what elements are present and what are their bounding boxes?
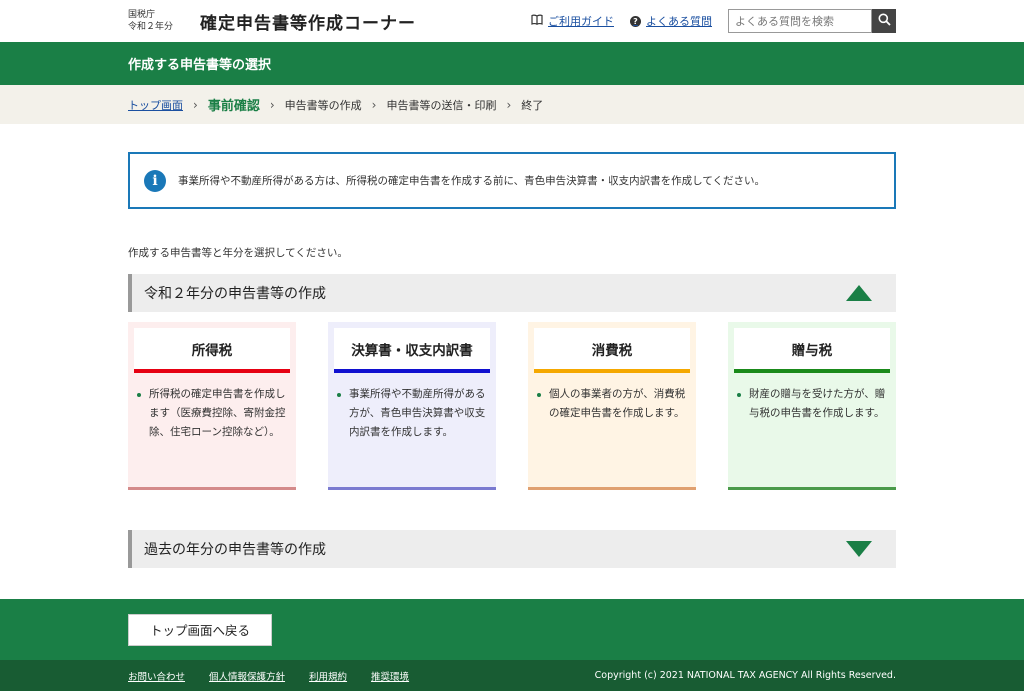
guide-link[interactable]: ご利用ガイド	[531, 13, 614, 29]
section-title: 過去の年分の申告書等の作成	[144, 542, 326, 558]
agency-label: 国税庁 令和２年分	[128, 9, 200, 33]
breadcrumb: トップ画面 › 事前確認 › 申告書等の作成 › 申告書等の送信・印刷 › 終了	[0, 85, 1024, 124]
copyright-text: Copyright (c) 2021 NATIONAL TAX AGENCY A…	[594, 670, 896, 681]
page-band: 作成する申告書等の選択	[0, 42, 1024, 85]
info-notice: i 事業所得や不動産所得がある方は、所得税の確定申告書を作成する前に、青色申告決…	[128, 152, 896, 209]
card-title[interactable]: 所得税	[134, 328, 290, 373]
card-bottom-border	[528, 487, 696, 490]
guide-link-label[interactable]: ご利用ガイド	[548, 13, 614, 29]
card-gift-tax[interactable]: 贈与税 財産の贈与を受けた方が、贈与税の申告書を作成します。	[728, 322, 896, 490]
breadcrumb-separator: ›	[371, 97, 377, 112]
collapse-triangle-icon[interactable]	[846, 285, 872, 301]
breadcrumb-step-create: 申告書等の作成	[284, 98, 362, 112]
section-title: 令和２年分の申告書等の作成	[144, 286, 326, 302]
card-description: 事業所得や不動産所得がある方が、青色申告決算書や収支内訳書を作成します。	[336, 385, 488, 442]
main-content: i 事業所得や不動産所得がある方は、所得税の確定申告書を作成する前に、青色申告決…	[128, 152, 896, 568]
faq-search	[728, 9, 896, 33]
faq-link[interactable]: ? よくある質問	[630, 13, 712, 29]
breadcrumb-current-step: 事前確認	[207, 99, 260, 114]
expand-triangle-icon[interactable]	[846, 541, 872, 557]
footer-link-environment[interactable]: 推奨環境	[371, 669, 409, 683]
card-title[interactable]: 消費税	[534, 328, 690, 373]
footer-link-contact[interactable]: お問い合わせ	[128, 669, 185, 683]
breadcrumb-step-end: 終了	[521, 98, 544, 112]
search-input[interactable]	[728, 9, 872, 33]
card-description: 所得税の確定申告書を作成します（医療費控除、寄附金控除、住宅ローン控除など）。	[136, 385, 288, 442]
search-button[interactable]	[872, 9, 896, 33]
breadcrumb-separator: ›	[506, 97, 512, 112]
question-icon: ?	[630, 15, 641, 27]
past-years-section-header[interactable]: 過去の年分の申告書等の作成	[128, 530, 896, 568]
back-to-top-button[interactable]: トップ画面へ戻る	[128, 613, 272, 646]
tax-type-cards: 所得税 所得税の確定申告書を作成します（医療費控除、寄附金控除、住宅ローン控除な…	[128, 322, 896, 490]
book-icon	[531, 14, 543, 28]
card-bottom-border	[728, 487, 896, 490]
agency-name: 国税庁	[128, 10, 156, 20]
page-title: 作成する申告書等の選択	[128, 58, 272, 73]
footer-link-privacy[interactable]: 個人情報保護方針	[209, 669, 285, 683]
card-title[interactable]: 決算書・収支内訳書	[334, 328, 490, 373]
footer-action-bar: トップ画面へ戻る	[0, 599, 1024, 660]
card-consumption-tax[interactable]: 消費税 個人の事業者の方が、消費税の確定申告書を作成します。	[528, 322, 696, 490]
breadcrumb-step-send-print: 申告書等の送信・印刷	[386, 98, 497, 112]
site-footer: お問い合わせ 個人情報保護方針 利用規約 推奨環境 Copyright (c) …	[0, 660, 1024, 691]
tax-year-label: 令和２年分	[128, 22, 174, 32]
breadcrumb-separator: ›	[193, 97, 198, 112]
breadcrumb-separator: ›	[269, 97, 275, 112]
card-bottom-border	[128, 487, 296, 490]
card-financial-statement[interactable]: 決算書・収支内訳書 事業所得や不動産所得がある方が、青色申告決算書や収支内訳書を…	[328, 322, 496, 490]
card-description: 財産の贈与を受けた方が、贈与税の申告書を作成します。	[736, 385, 888, 423]
faq-link-label[interactable]: よくある質問	[646, 13, 712, 29]
footer-link-terms[interactable]: 利用規約	[309, 669, 347, 683]
card-bottom-border	[328, 487, 496, 490]
notice-text: 事業所得や不動産所得がある方は、所得税の確定申告書を作成する前に、青色申告決算書…	[178, 175, 766, 187]
card-income-tax[interactable]: 所得税 所得税の確定申告書を作成します（医療費控除、寄附金控除、住宅ローン控除な…	[128, 322, 296, 490]
card-title[interactable]: 贈与税	[734, 328, 890, 373]
info-icon: i	[144, 169, 166, 192]
instruction-text: 作成する申告書等と年分を選択してください。	[128, 247, 348, 259]
site-title[interactable]: 確定申告書等作成コーナー	[200, 9, 416, 34]
card-description: 個人の事業者の方が、消費税の確定申告書を作成します。	[536, 385, 688, 423]
site-header: 国税庁 令和２年分 確定申告書等作成コーナー ご利用ガイド ? よくある質問	[0, 0, 1024, 42]
breadcrumb-top-link[interactable]: トップ画面	[128, 97, 183, 113]
current-year-section-header[interactable]: 令和２年分の申告書等の作成	[128, 274, 896, 312]
search-icon	[878, 13, 891, 29]
